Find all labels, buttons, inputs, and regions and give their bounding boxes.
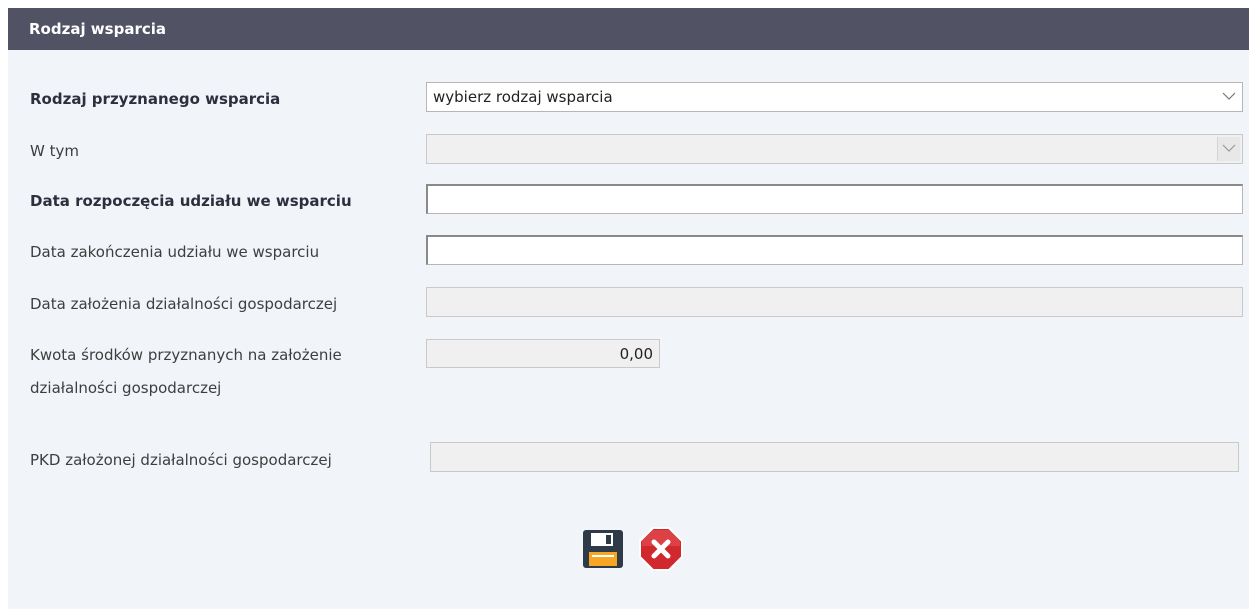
end-date-label: Data zakończenia udziału we wsparciu xyxy=(30,243,320,261)
support-type-label: Rodzaj przyznanego wsparcia xyxy=(30,90,281,108)
funds-amount-field: 0,00 xyxy=(426,339,660,368)
panel-title: Rodzaj wsparcia xyxy=(29,20,167,38)
support-type-value: wybierz rodzaj wsparcia xyxy=(433,88,613,106)
start-date-field[interactable] xyxy=(426,184,1243,214)
panel-header: Rodzaj wsparcia xyxy=(8,8,1249,50)
business-founded-date-label: Data założenia działalności gospodarczej xyxy=(30,295,338,313)
start-date-label: Data rozpoczęcia udziału we wsparciu xyxy=(30,192,352,210)
support-type-panel: Rodzaj wsparcia Rodzaj przyznanego wspar… xyxy=(8,8,1249,609)
cancel-button[interactable] xyxy=(638,526,684,572)
business-founded-date-field xyxy=(426,287,1243,317)
pkd-field xyxy=(430,442,1239,472)
end-date-field[interactable] xyxy=(426,235,1243,265)
cancel-x-icon xyxy=(639,527,683,571)
pkd-label: PKD założonej działalności gospodarczej xyxy=(30,451,332,469)
funds-amount-value: 0,00 xyxy=(619,345,653,363)
including-select xyxy=(426,134,1243,164)
chevron-down-icon xyxy=(1218,85,1240,109)
funds-amount-label-line1: Kwota środków przyznanych na założenie xyxy=(30,346,342,364)
chevron-down-icon xyxy=(1217,137,1240,161)
floppy-disk-icon xyxy=(583,530,623,568)
support-type-select[interactable]: wybierz rodzaj wsparcia xyxy=(426,82,1243,112)
save-button[interactable] xyxy=(580,526,626,572)
funds-amount-label-line2: działalności gospodarczej xyxy=(30,379,222,397)
including-label: W tym xyxy=(30,142,79,160)
